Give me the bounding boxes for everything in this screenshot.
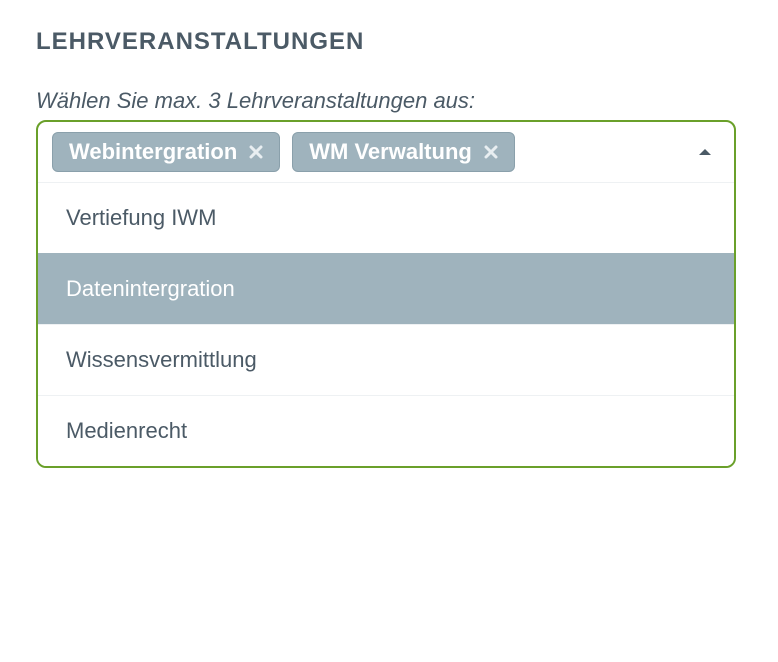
option-item[interactable]: Medienrecht bbox=[38, 395, 734, 466]
selected-tag: Webintergration bbox=[52, 132, 280, 172]
selected-tag-label: WM Verwaltung bbox=[309, 139, 472, 165]
options-list: Vertiefung IWM Datenintergration Wissens… bbox=[38, 182, 734, 466]
option-item[interactable]: Wissensvermittlung bbox=[38, 324, 734, 395]
option-item[interactable]: Vertiefung IWM bbox=[38, 182, 734, 253]
chevron-up-icon bbox=[698, 147, 712, 157]
page-title: LEHRVERANSTALTUNGEN bbox=[36, 28, 742, 56]
selected-tag: WM Verwaltung bbox=[292, 132, 515, 172]
remove-tag-button[interactable] bbox=[482, 143, 500, 161]
dropdown-toggle[interactable] bbox=[698, 147, 712, 157]
option-item[interactable]: Datenintergration bbox=[38, 253, 734, 324]
multi-select[interactable]: Webintergration WM Verwaltung Vertiefung… bbox=[36, 120, 736, 468]
select-prompt: Wählen Sie max. 3 Lehrveranstaltungen au… bbox=[36, 88, 742, 114]
close-icon bbox=[484, 145, 498, 159]
close-icon bbox=[249, 145, 263, 159]
select-header[interactable]: Webintergration WM Verwaltung bbox=[38, 122, 734, 182]
remove-tag-button[interactable] bbox=[247, 143, 265, 161]
selected-tag-label: Webintergration bbox=[69, 139, 237, 165]
